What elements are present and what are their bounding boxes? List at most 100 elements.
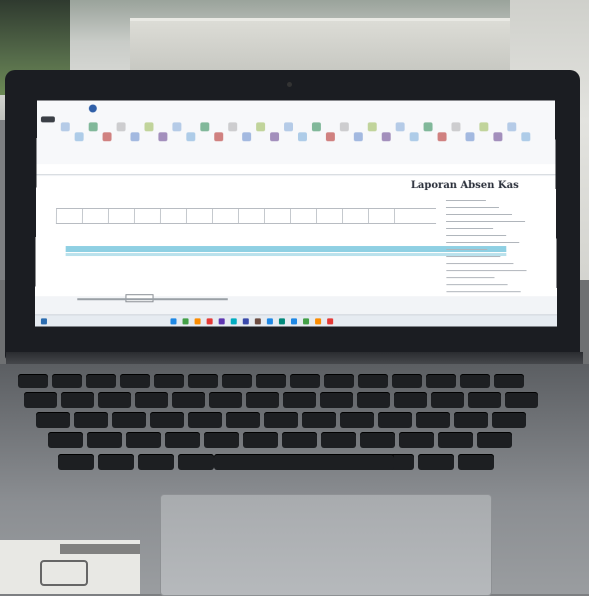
ribbon-tool-icon[interactable] <box>74 132 84 142</box>
ribbon-tool-icon[interactable] <box>395 122 405 132</box>
taskbar-app-icon[interactable] <box>254 318 261 325</box>
keyboard-key[interactable] <box>324 374 354 388</box>
ribbon-tool-icon[interactable] <box>130 132 140 142</box>
keyboard-key[interactable] <box>188 374 218 388</box>
keyboard-key[interactable] <box>282 432 317 448</box>
keyboard-key[interactable] <box>357 392 390 408</box>
keyboard-key[interactable] <box>378 412 412 428</box>
ribbon-tool-icon[interactable] <box>88 122 98 132</box>
ribbon-tool-icon[interactable] <box>172 122 182 132</box>
keyboard-key[interactable] <box>243 432 278 448</box>
keyboard-key[interactable] <box>120 374 150 388</box>
keyboard-key[interactable] <box>98 454 134 470</box>
ribbon-tool-icon[interactable] <box>200 122 210 132</box>
formula-bar[interactable] <box>36 164 556 176</box>
ribbon-tool-icon[interactable] <box>102 132 112 142</box>
horizontal-scrollbar[interactable] <box>77 298 228 301</box>
touchpad[interactable] <box>160 494 492 596</box>
taskbar-app-icon[interactable] <box>278 318 285 325</box>
taskbar-app-icon[interactable] <box>242 318 249 325</box>
ribbon-tool-icon[interactable] <box>297 132 307 142</box>
keyboard-key[interactable] <box>204 432 239 448</box>
taskbar-app-icon[interactable] <box>266 318 273 325</box>
ribbon-tool-icon[interactable] <box>479 122 489 132</box>
keyboard-key[interactable] <box>112 412 146 428</box>
keyboard-key[interactable] <box>360 432 395 448</box>
keyboard-key[interactable] <box>399 432 434 448</box>
keyboard-key[interactable] <box>477 432 512 448</box>
keyboard-key[interactable] <box>87 432 122 448</box>
keyboard-key[interactable] <box>74 412 108 428</box>
ribbon-tool-icon[interactable] <box>339 122 349 132</box>
keyboard-key[interactable] <box>290 374 320 388</box>
ribbon-tool-icon[interactable] <box>521 132 531 142</box>
ribbon-tool-icon[interactable] <box>381 132 391 142</box>
ribbon-tool-icon[interactable] <box>311 122 321 132</box>
keyboard-key[interactable] <box>468 392 501 408</box>
ribbon-tool-icon[interactable] <box>423 122 433 132</box>
taskbar-app-icon[interactable] <box>315 318 322 325</box>
keyboard-key[interactable] <box>98 392 131 408</box>
keyboard-key[interactable] <box>494 374 524 388</box>
ribbon-tool-icon[interactable] <box>493 132 503 142</box>
taskbar-app-icon[interactable] <box>194 318 201 325</box>
ribbon-tool-icon[interactable] <box>284 122 294 132</box>
keyboard-key[interactable] <box>178 454 214 470</box>
spreadsheet-grid[interactable] <box>35 176 557 297</box>
keyboard-key[interactable] <box>505 392 538 408</box>
keyboard-key[interactable] <box>246 392 279 408</box>
start-icon[interactable] <box>40 318 47 325</box>
keyboard-key[interactable] <box>18 374 48 388</box>
keyboard-key[interactable] <box>48 432 83 448</box>
ribbon-tool-icon[interactable] <box>437 132 447 142</box>
keyboard-key[interactable] <box>358 374 388 388</box>
ribbon-tool-icon[interactable] <box>353 132 363 142</box>
keyboard-key[interactable] <box>61 392 94 408</box>
ribbon-tool-icon[interactable] <box>60 122 70 132</box>
keyboard-key[interactable] <box>188 412 222 428</box>
keyboard-key[interactable] <box>209 392 242 408</box>
keyboard-key[interactable] <box>126 432 161 448</box>
ribbon-tool-icon[interactable] <box>228 122 238 132</box>
keyboard-key[interactable] <box>36 412 70 428</box>
keyboard-key[interactable] <box>135 392 168 408</box>
ribbon-tool-icon[interactable] <box>465 132 475 142</box>
keyboard-key[interactable] <box>458 454 494 470</box>
keyboard-key[interactable] <box>58 454 94 470</box>
keyboard-key[interactable] <box>392 374 422 388</box>
keyboard-key[interactable] <box>302 412 336 428</box>
ribbon-tool-icon[interactable] <box>158 132 168 142</box>
taskbar-app-icon[interactable] <box>327 318 334 325</box>
taskbar-app-icon[interactable] <box>218 318 225 325</box>
keyboard-key[interactable] <box>138 454 174 470</box>
taskbar-app-icon[interactable] <box>303 318 310 325</box>
keyboard-key[interactable] <box>460 374 490 388</box>
ribbon-tool-icon[interactable] <box>451 122 461 132</box>
keyboard-key[interactable] <box>52 374 82 388</box>
ribbon-tool-icon[interactable] <box>409 132 419 142</box>
keyboard-key[interactable] <box>154 374 184 388</box>
keyboard-key[interactable] <box>454 412 488 428</box>
keyboard-key[interactable] <box>340 412 374 428</box>
ribbon-tool-icon[interactable] <box>256 122 266 132</box>
keyboard-key[interactable] <box>86 374 116 388</box>
keyboard-key[interactable] <box>165 432 200 448</box>
keyboard-key[interactable] <box>24 392 57 408</box>
keyboard-key[interactable] <box>222 374 252 388</box>
ribbon-tool-icon[interactable] <box>367 122 377 132</box>
ribbon-tool-icon[interactable] <box>507 122 517 132</box>
ribbon-tool-icon[interactable] <box>186 132 196 142</box>
keyboard-key[interactable] <box>256 374 286 388</box>
ribbon-tool-icon[interactable] <box>116 122 126 132</box>
menu-button[interactable] <box>40 116 55 123</box>
keyboard-key[interactable] <box>264 412 298 428</box>
keyboard-key[interactable] <box>431 392 464 408</box>
keyboard-key[interactable] <box>321 432 356 448</box>
ribbon-tool-icon[interactable] <box>242 132 252 142</box>
keyboard-key[interactable] <box>172 392 205 408</box>
keyboard-key[interactable] <box>150 412 184 428</box>
keyboard-key[interactable] <box>283 392 316 408</box>
ribbon-tool-icon[interactable] <box>270 132 280 142</box>
taskbar-app-icon[interactable] <box>170 318 177 325</box>
keyboard-key[interactable] <box>418 454 454 470</box>
